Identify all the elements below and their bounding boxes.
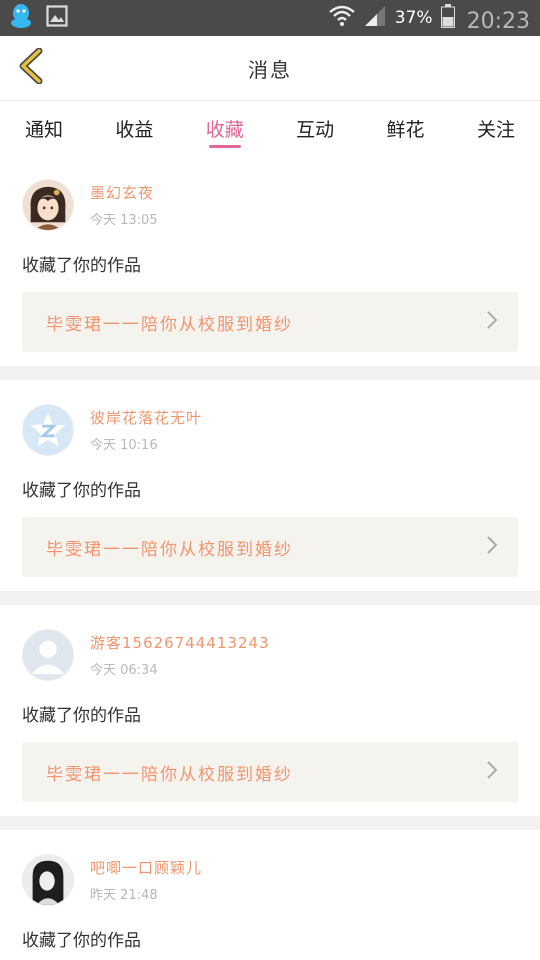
notification-card: 彼岸花落花无叶 今天 10:16 收藏了你的作品 毕雯珺一一陪你从校服到婚纱 [0, 380, 540, 591]
notification-list: 墨幻玄夜 今天 13:05 收藏了你的作品 毕雯珺一一陪你从校服到婚纱 彼岸花落… [0, 155, 540, 960]
notification-card: 墨幻玄夜 今天 13:05 收藏了你的作品 毕雯珺一一陪你从校服到婚纱 [0, 155, 540, 366]
work-title: 毕雯珺一一陪你从校服到婚纱 [46, 764, 293, 785]
work-link[interactable]: 毕雯珺一一陪你从校服到婚纱 [22, 292, 518, 352]
username[interactable]: 游客15626744413243 [90, 632, 270, 653]
tab-flowers[interactable]: 鲜花 [384, 101, 428, 155]
image-icon [46, 5, 68, 31]
avatar[interactable] [22, 404, 74, 456]
action-text: 收藏了你的作品 [22, 931, 141, 951]
action-text: 收藏了你的作品 [22, 256, 141, 276]
timestamp: 今天 10:16 [90, 438, 158, 453]
chevron-left-icon [18, 47, 44, 88]
work-link[interactable]: 毕雯珺一一陪你从校服到婚纱 [22, 742, 518, 802]
user-row: 彼岸花落花无叶 今天 10:16 [22, 404, 518, 456]
status-bar: 37% 20:23 [0, 0, 540, 36]
tab-favorites[interactable]: 收藏 [203, 101, 247, 155]
username[interactable]: 彼岸花落花无叶 [90, 407, 202, 428]
notification-card: 吧唧一口顾颖儿 昨天 21:48 收藏了你的作品 [0, 830, 540, 960]
tab-follow[interactable]: 关注 [474, 101, 518, 155]
tab-notice[interactable]: 通知 [22, 101, 66, 155]
tab-bar: 通知 收益 收藏 互动 鲜花 关注 [0, 101, 540, 155]
chevron-right-icon [486, 760, 498, 784]
user-row: 墨幻玄夜 今天 13:05 [22, 179, 518, 231]
action-text: 收藏了你的作品 [22, 481, 141, 501]
avatar[interactable] [22, 179, 74, 231]
tab-earnings[interactable]: 收益 [112, 101, 156, 155]
action-text: 收藏了你的作品 [22, 706, 141, 726]
battery-percent: 37% [394, 8, 433, 28]
header-bar: 消息 [0, 36, 540, 101]
tab-interaction[interactable]: 互动 [293, 101, 337, 155]
work-title: 毕雯珺一一陪你从校服到婚纱 [46, 314, 293, 335]
back-button[interactable] [14, 47, 48, 88]
work-link[interactable]: 毕雯珺一一陪你从校服到婚纱 [22, 517, 518, 577]
username[interactable]: 吧唧一口顾颖儿 [90, 857, 202, 878]
notification-card: 游客15626744413243 今天 06:34 收藏了你的作品 毕雯珺一一陪… [0, 605, 540, 816]
avatar[interactable] [22, 854, 74, 906]
chevron-right-icon [486, 535, 498, 559]
page-title: 消息 [248, 57, 292, 82]
chevron-right-icon [486, 310, 498, 334]
user-row: 游客15626744413243 今天 06:34 [22, 629, 518, 681]
avatar[interactable] [22, 629, 74, 681]
username[interactable]: 墨幻玄夜 [90, 182, 158, 203]
signal-icon [363, 5, 387, 32]
user-row: 吧唧一口顾颖儿 昨天 21:48 [22, 854, 518, 906]
timestamp: 今天 13:05 [90, 213, 158, 228]
timestamp: 今天 06:34 [90, 663, 158, 678]
wifi-icon [329, 5, 355, 32]
status-time: 20:23 [466, 8, 530, 34]
work-title: 毕雯珺一一陪你从校服到婚纱 [46, 539, 293, 560]
timestamp: 昨天 21:48 [90, 888, 158, 903]
battery-icon [440, 3, 455, 33]
qq-icon [10, 3, 32, 33]
